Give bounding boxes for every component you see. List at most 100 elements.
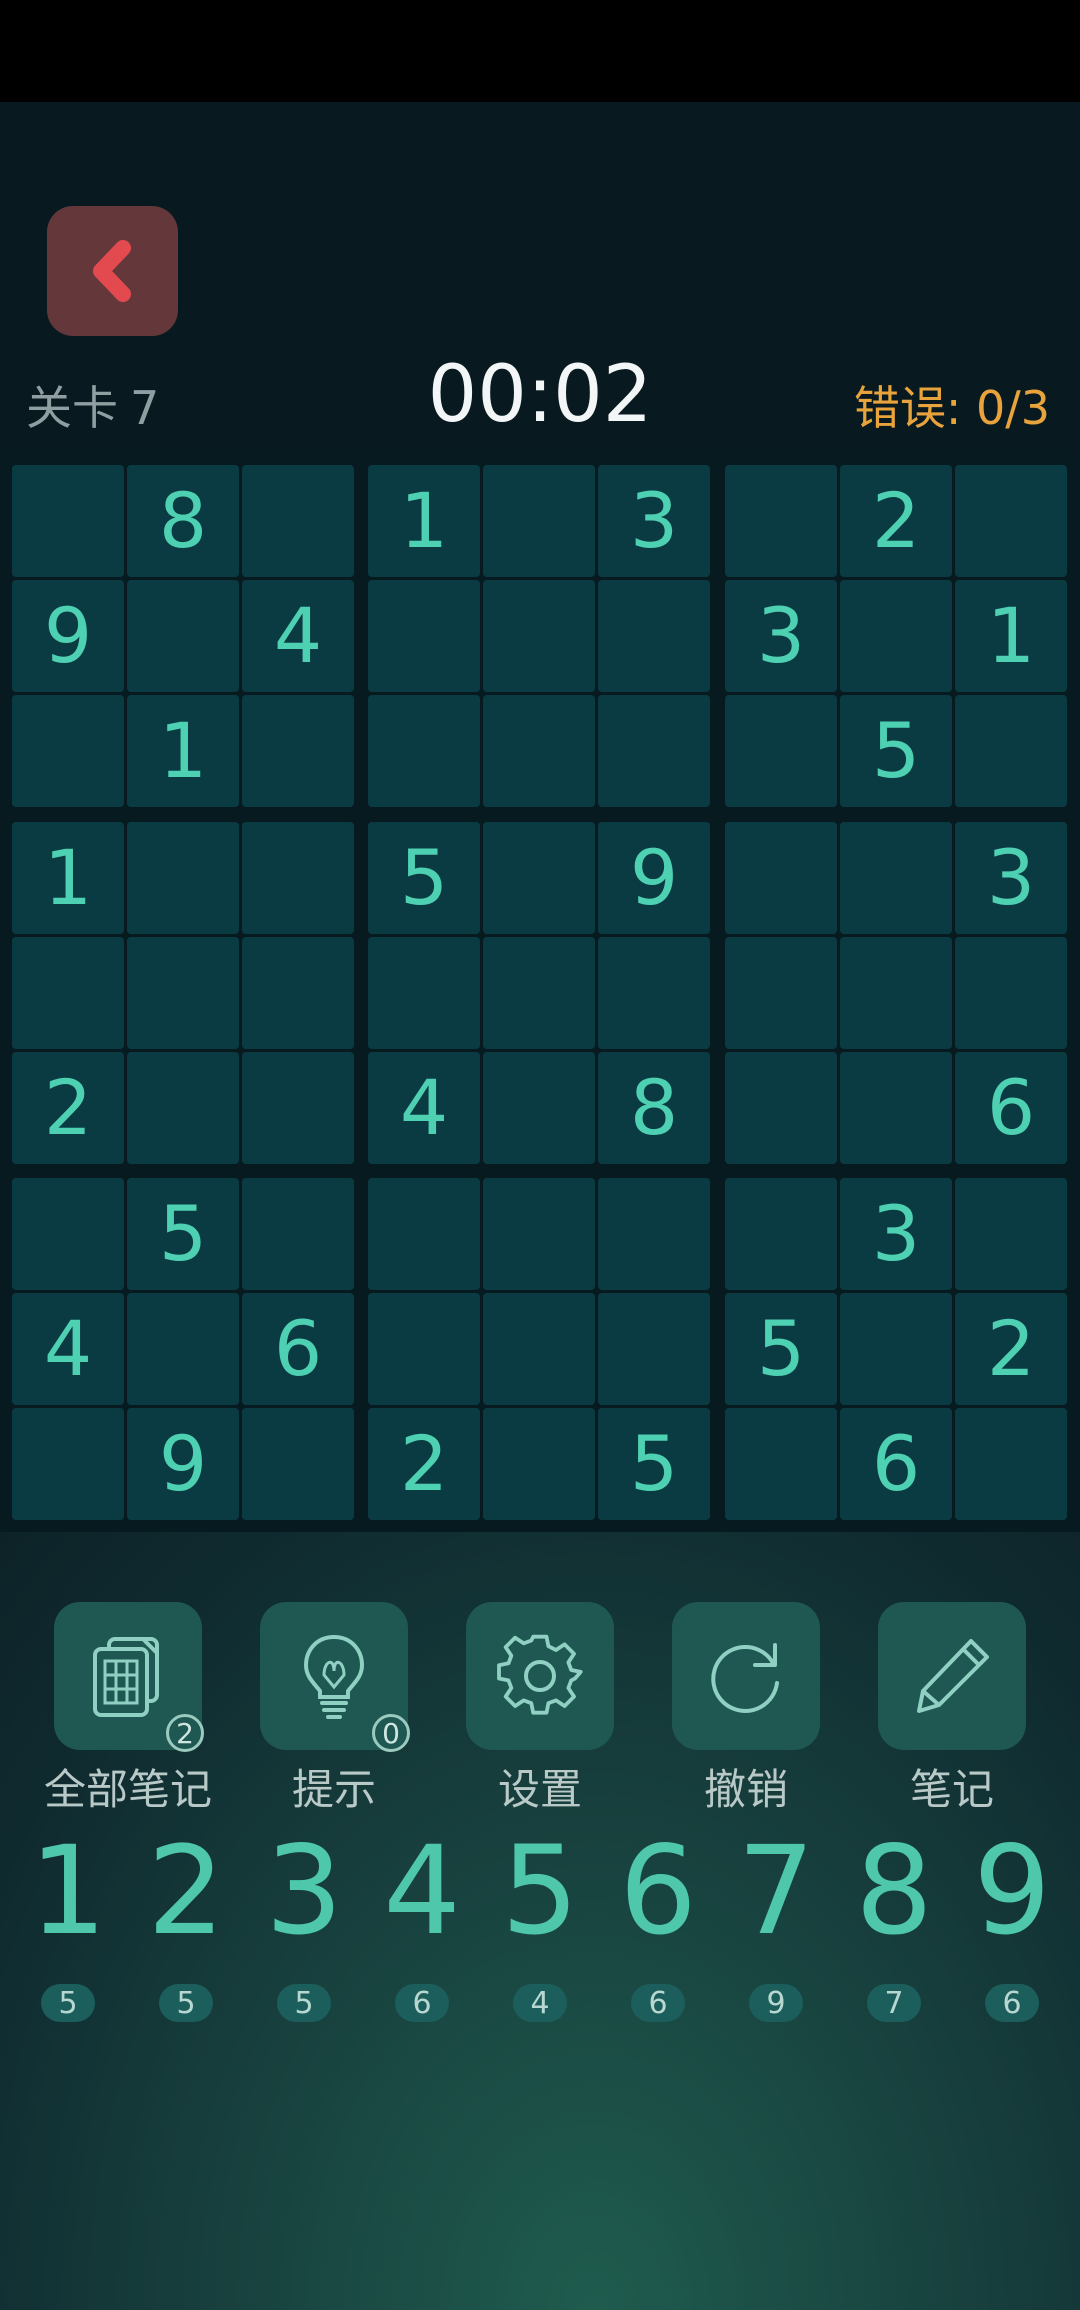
sudoku-cell-r5c8[interactable]	[840, 937, 952, 1049]
sudoku-cell-r1c5[interactable]	[483, 465, 595, 577]
sudoku-cell-r2c3[interactable]: 4	[242, 580, 354, 692]
hint-box[interactable]: 0	[260, 1602, 410, 1752]
sudoku-cell-r6c7[interactable]	[725, 1052, 837, 1164]
sudoku-cell-r9c1[interactable]	[12, 1408, 124, 1520]
sudoku-cell-r6c5[interactable]	[483, 1052, 595, 1164]
hint-button[interactable]: 0 提示	[260, 1602, 410, 1817]
sudoku-cell-r3c5[interactable]	[483, 695, 595, 807]
sudoku-cell-r6c2[interactable]	[127, 1052, 239, 1164]
sudoku-cell-r7c7[interactable]	[725, 1178, 837, 1290]
sudoku-cell-r4c1[interactable]: 1	[12, 822, 124, 934]
sudoku-cell-r7c4[interactable]	[368, 1178, 480, 1290]
sudoku-cell-r3c2[interactable]: 1	[127, 695, 239, 807]
sudoku-cell-r7c1[interactable]	[12, 1178, 124, 1290]
sudoku-cell-r9c6[interactable]: 5	[598, 1408, 710, 1520]
numpad-digit-9[interactable]: 9	[962, 1830, 1062, 1952]
numpad-digit-6[interactable]: 6	[608, 1830, 708, 1952]
sudoku-cell-r7c5[interactable]	[483, 1178, 595, 1290]
sudoku-cell-r1c1[interactable]	[12, 465, 124, 577]
all-notes-box[interactable]: 2	[54, 1602, 204, 1752]
sudoku-cell-r9c9[interactable]	[955, 1408, 1067, 1520]
sudoku-cell-r9c4[interactable]: 2	[368, 1408, 480, 1520]
undo-box[interactable]	[672, 1602, 820, 1750]
settings-box[interactable]	[466, 1602, 614, 1750]
sudoku-cell-r9c7[interactable]	[725, 1408, 837, 1520]
sudoku-cell-r3c8[interactable]: 5	[840, 695, 952, 807]
sudoku-cell-r9c2[interactable]: 9	[127, 1408, 239, 1520]
sudoku-cell-r3c3[interactable]	[242, 695, 354, 807]
back-button[interactable]	[47, 206, 178, 336]
sudoku-cell-r6c8[interactable]	[840, 1052, 952, 1164]
sudoku-cell-r5c7[interactable]	[725, 937, 837, 1049]
numpad-digit-8[interactable]: 8	[844, 1830, 944, 1952]
sudoku-cell-r2c5[interactable]	[483, 580, 595, 692]
sudoku-cell-r8c9[interactable]: 2	[955, 1293, 1067, 1405]
sudoku-cell-r6c6[interactable]: 8	[598, 1052, 710, 1164]
sudoku-cell-r7c3[interactable]	[242, 1178, 354, 1290]
sudoku-cell-r1c6[interactable]: 3	[598, 465, 710, 577]
sudoku-cell-r5c3[interactable]	[242, 937, 354, 1049]
sudoku-cell-r6c9[interactable]: 6	[955, 1052, 1067, 1164]
numpad-digit-3[interactable]: 3	[254, 1830, 354, 1952]
sudoku-cell-r8c3[interactable]: 6	[242, 1293, 354, 1405]
sudoku-cell-r1c8[interactable]: 2	[840, 465, 952, 577]
sudoku-cell-r4c2[interactable]	[127, 822, 239, 934]
sudoku-cell-r4c4[interactable]: 5	[368, 822, 480, 934]
sudoku-cell-r5c9[interactable]	[955, 937, 1067, 1049]
sudoku-cell-r1c2[interactable]: 8	[127, 465, 239, 577]
sudoku-cell-r1c9[interactable]	[955, 465, 1067, 577]
sudoku-cell-r4c9[interactable]: 3	[955, 822, 1067, 934]
sudoku-cell-r2c7[interactable]: 3	[725, 580, 837, 692]
settings-button[interactable]: 设置	[466, 1602, 614, 1817]
sudoku-cell-r9c8[interactable]: 6	[840, 1408, 952, 1520]
numpad-digit-5[interactable]: 5	[490, 1830, 590, 1952]
sudoku-cell-r5c6[interactable]	[598, 937, 710, 1049]
sudoku-cell-r1c3[interactable]	[242, 465, 354, 577]
numpad-digit-2[interactable]: 2	[136, 1830, 236, 1952]
sudoku-cell-r8c1[interactable]: 4	[12, 1293, 124, 1405]
sudoku-cell-r3c6[interactable]	[598, 695, 710, 807]
sudoku-cell-r1c7[interactable]	[725, 465, 837, 577]
sudoku-cell-r9c5[interactable]	[483, 1408, 595, 1520]
sudoku-cell-r8c4[interactable]	[368, 1293, 480, 1405]
numpad-digit-7[interactable]: 7	[726, 1830, 826, 1952]
sudoku-cell-r3c7[interactable]	[725, 695, 837, 807]
sudoku-cell-r4c3[interactable]	[242, 822, 354, 934]
sudoku-cell-r3c9[interactable]	[955, 695, 1067, 807]
notes-box[interactable]	[878, 1602, 1026, 1750]
sudoku-cell-r7c6[interactable]	[598, 1178, 710, 1290]
sudoku-cell-r5c2[interactable]	[127, 937, 239, 1049]
sudoku-cell-r9c3[interactable]	[242, 1408, 354, 1520]
sudoku-cell-r4c6[interactable]: 9	[598, 822, 710, 934]
sudoku-cell-r7c8[interactable]: 3	[840, 1178, 952, 1290]
sudoku-cell-r6c1[interactable]: 2	[12, 1052, 124, 1164]
sudoku-cell-r4c7[interactable]	[725, 822, 837, 934]
sudoku-cell-r6c4[interactable]: 4	[368, 1052, 480, 1164]
sudoku-cell-r8c7[interactable]: 5	[725, 1293, 837, 1405]
sudoku-cell-r4c8[interactable]	[840, 822, 952, 934]
sudoku-cell-r3c4[interactable]	[368, 695, 480, 807]
sudoku-cell-r2c1[interactable]: 9	[12, 580, 124, 692]
sudoku-cell-r3c1[interactable]	[12, 695, 124, 807]
sudoku-cell-r6c3[interactable]	[242, 1052, 354, 1164]
sudoku-cell-r8c2[interactable]	[127, 1293, 239, 1405]
sudoku-cell-r5c1[interactable]	[12, 937, 124, 1049]
sudoku-cell-r5c5[interactable]	[483, 937, 595, 1049]
sudoku-cell-r7c9[interactable]	[955, 1178, 1067, 1290]
numpad-digit-1[interactable]: 1	[18, 1830, 118, 1952]
sudoku-cell-r1c4[interactable]: 1	[368, 465, 480, 577]
undo-button[interactable]: 撤销	[672, 1602, 820, 1817]
sudoku-cell-r2c4[interactable]	[368, 580, 480, 692]
numpad-digit-4[interactable]: 4	[372, 1830, 472, 1952]
sudoku-cell-r5c4[interactable]	[368, 937, 480, 1049]
sudoku-cell-r2c2[interactable]	[127, 580, 239, 692]
sudoku-cell-r2c9[interactable]: 1	[955, 580, 1067, 692]
notes-button[interactable]: 笔记	[878, 1602, 1026, 1817]
sudoku-cell-r8c5[interactable]	[483, 1293, 595, 1405]
sudoku-cell-r7c2[interactable]: 5	[127, 1178, 239, 1290]
all-notes-button[interactable]: 2 全部笔记	[44, 1602, 212, 1817]
sudoku-cell-r4c5[interactable]	[483, 822, 595, 934]
sudoku-cell-r2c8[interactable]	[840, 580, 952, 692]
sudoku-cell-r8c6[interactable]	[598, 1293, 710, 1405]
sudoku-cell-r8c8[interactable]	[840, 1293, 952, 1405]
